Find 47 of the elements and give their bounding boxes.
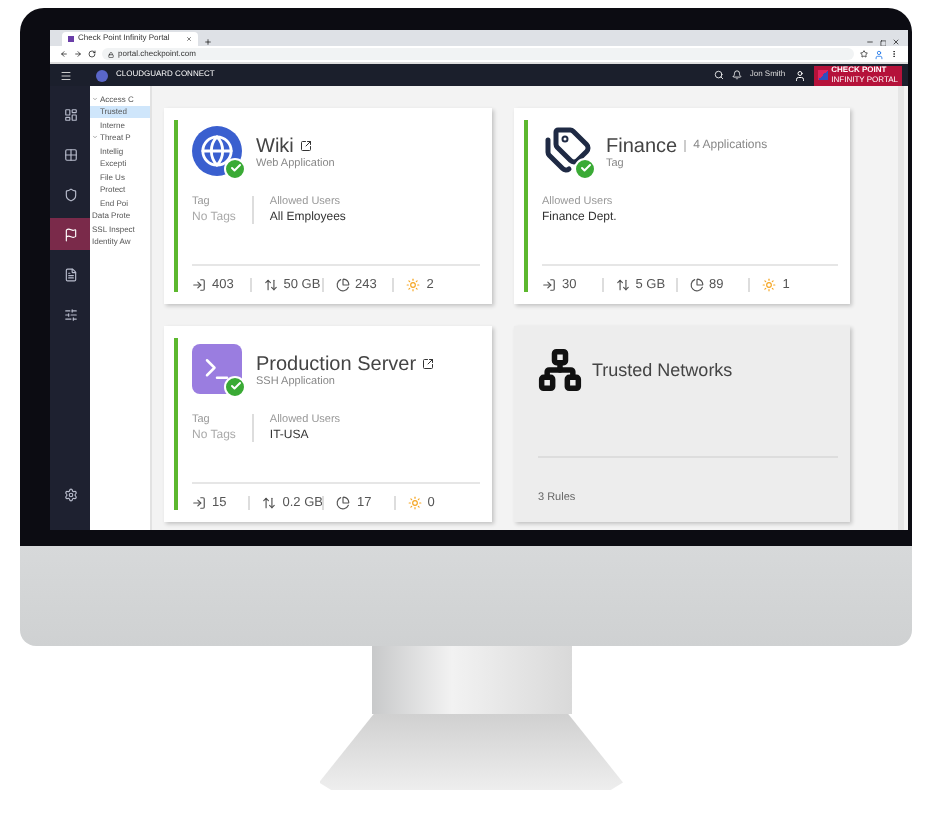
sun-icon xyxy=(762,278,777,292)
brand-mark-icon xyxy=(817,70,828,80)
check-icon xyxy=(574,157,596,179)
dashboard-icon xyxy=(63,107,77,121)
external-link-icon[interactable] xyxy=(422,358,435,370)
maximize-icon[interactable] xyxy=(879,39,886,46)
card-title: Production Server xyxy=(256,353,417,375)
up-down-arrows-icon xyxy=(262,496,277,510)
external-link-icon[interactable] xyxy=(299,140,312,152)
star-icon[interactable] xyxy=(860,50,868,58)
reload-icon[interactable] xyxy=(88,50,96,58)
card-title: Wiki xyxy=(256,135,294,157)
terminal-icon xyxy=(192,343,242,393)
menu-icon[interactable] xyxy=(60,69,72,81)
grid-icon xyxy=(63,147,77,161)
pie-chart-icon xyxy=(336,496,351,510)
bell-icon[interactable] xyxy=(731,70,742,80)
pie-chart-icon xyxy=(335,278,349,292)
pie-chart-icon xyxy=(689,278,703,292)
globe-icon xyxy=(192,125,242,175)
nav-item[interactable] xyxy=(50,218,90,250)
login-icon xyxy=(192,278,206,292)
sun-icon xyxy=(406,278,421,292)
document-icon xyxy=(63,267,77,281)
card-title: Trusted Networks xyxy=(592,360,733,380)
sun-icon xyxy=(407,496,422,510)
back-icon[interactable] xyxy=(60,50,68,58)
up-down-arrows-icon xyxy=(615,278,630,292)
avatar-icon[interactable] xyxy=(793,69,806,81)
settings-icon xyxy=(63,487,77,501)
tags-icon xyxy=(542,125,592,175)
favicon-icon xyxy=(68,36,74,42)
card-title: Finance xyxy=(606,135,678,157)
new-tab-icon[interactable] xyxy=(203,38,212,46)
shield-icon xyxy=(63,187,77,201)
flag-icon xyxy=(63,227,77,241)
login-icon xyxy=(542,278,556,292)
up-down-arrows-icon xyxy=(263,278,278,292)
sliders-icon xyxy=(63,307,77,321)
profile-icon[interactable] xyxy=(874,49,884,59)
forward-icon[interactable] xyxy=(74,50,82,58)
logo-icon xyxy=(96,69,108,81)
login-icon xyxy=(192,496,206,510)
network-icon xyxy=(538,348,582,392)
search-icon[interactable] xyxy=(713,70,724,80)
lock-icon xyxy=(108,51,114,57)
check-icon xyxy=(224,157,246,179)
